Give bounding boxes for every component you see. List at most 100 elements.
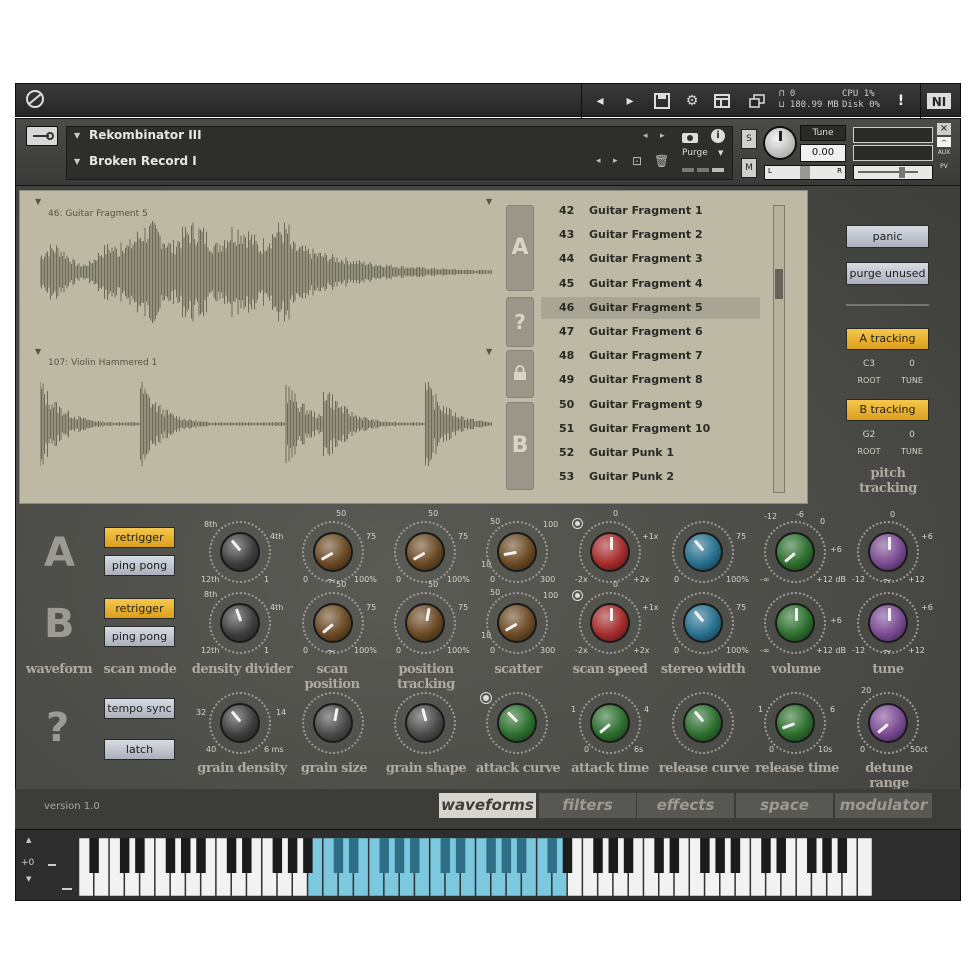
black-key[interactable] (226, 838, 237, 873)
instrument-name[interactable]: Rekombinator III (89, 128, 202, 142)
scan-speed-b-sync-icon[interactable] (572, 590, 583, 601)
tempo-sync-button[interactable]: tempo sync (104, 698, 175, 719)
ni-logo-icon[interactable]: NI (926, 88, 952, 114)
purge-unused-button[interactable]: purge unused (846, 262, 929, 285)
black-key[interactable] (181, 838, 191, 873)
a-ping-pong-button[interactable]: ping pong (104, 555, 175, 576)
a-start-marker-icon[interactable]: ▼ (35, 197, 41, 206)
sample-list-item[interactable]: 43 Guitar Fragment 2 (541, 224, 760, 246)
black-key[interactable] (623, 838, 634, 873)
black-key[interactable] (165, 838, 176, 873)
tune-knob[interactable] (763, 126, 797, 160)
grain-density-knob[interactable] (220, 703, 260, 743)
black-key[interactable] (516, 838, 527, 873)
b-tune-value[interactable]: 0 (898, 430, 926, 440)
aux-button[interactable]: AUX (937, 149, 951, 159)
minimize-icon[interactable]: – (937, 137, 951, 147)
release-curve-knob[interactable] (683, 703, 723, 743)
black-key[interactable] (501, 838, 512, 873)
grain-size-knob[interactable] (313, 703, 353, 743)
detune-range-knob[interactable] (868, 703, 908, 743)
volume-a-knob[interactable] (775, 532, 815, 572)
save-preset-icon[interactable]: ⊡ (632, 154, 642, 168)
black-key[interactable] (562, 838, 573, 873)
black-key[interactable] (547, 838, 557, 873)
black-key[interactable] (669, 838, 680, 873)
tune-a-knob[interactable] (868, 532, 908, 572)
black-key[interactable] (135, 838, 145, 873)
window-icon[interactable] (744, 88, 770, 114)
instrument-prev-icon[interactable]: ◂ (643, 131, 648, 141)
black-key[interactable] (348, 838, 359, 873)
instrument-menu-icon[interactable]: ▼ (74, 131, 80, 140)
pan-slider[interactable]: L R (764, 165, 846, 180)
b-tracking-button[interactable]: B tracking (846, 399, 929, 421)
volume-slider[interactable] (853, 165, 933, 180)
black-key[interactable] (196, 838, 206, 873)
slot-b-button[interactable]: B (506, 402, 534, 490)
position-tracking-a-knob[interactable] (405, 532, 445, 572)
black-key[interactable] (807, 838, 817, 873)
alert-icon[interactable]: ! (888, 88, 914, 114)
black-key[interactable] (242, 838, 252, 873)
black-key[interactable] (761, 838, 771, 873)
attack-curve-knob[interactable] (497, 703, 537, 743)
preset-next-icon[interactable]: ▸ (613, 156, 618, 166)
tune-b-knob[interactable] (868, 603, 908, 643)
scan-position-a-knob[interactable] (313, 532, 353, 572)
sample-list-item[interactable]: 46 Guitar Fragment 5 (541, 296, 760, 319)
purge-menu-icon[interactable]: ▼ (718, 149, 723, 157)
mute-button[interactable]: M (741, 158, 757, 178)
octave-up-icon[interactable]: ▲ (26, 836, 31, 844)
waveform-a[interactable] (40, 212, 492, 332)
waveform-b[interactable] (40, 362, 492, 482)
tab-effects[interactable]: effects (637, 793, 734, 818)
tune-value[interactable]: 0.00 (800, 144, 846, 162)
mod-wheel-marker[interactable] (62, 888, 72, 890)
camera-icon[interactable] (681, 129, 699, 143)
pv-button[interactable]: PV (937, 163, 951, 173)
black-key[interactable] (379, 838, 389, 873)
black-key[interactable] (394, 838, 405, 873)
scan-speed-a-knob[interactable] (590, 532, 630, 572)
tab-waveforms[interactable]: waveforms (439, 793, 536, 818)
close-icon[interactable]: × (937, 123, 951, 135)
piano-keyboard[interactable] (79, 838, 873, 896)
preset-name[interactable]: Broken Record I (89, 154, 197, 168)
position-tracking-b-knob[interactable] (405, 603, 445, 643)
black-key[interactable] (608, 838, 619, 873)
a-tracking-button[interactable]: A tracking (846, 328, 929, 350)
pitch-wheel-marker[interactable] (48, 864, 56, 866)
black-key[interactable] (287, 838, 298, 873)
trash-icon[interactable]: 🗑 (654, 154, 669, 168)
sample-list-item[interactable]: 53 Guitar Punk 2 (541, 466, 760, 488)
b-end-marker-icon[interactable]: ▼ (486, 347, 492, 356)
a-end-marker-icon[interactable]: ▼ (486, 197, 492, 206)
save-icon[interactable] (649, 88, 675, 114)
black-key[interactable] (272, 838, 283, 873)
scan-position-b-knob[interactable] (313, 603, 353, 643)
black-key[interactable] (654, 838, 664, 873)
black-key[interactable] (486, 838, 496, 873)
kontakt-logo-icon[interactable] (22, 88, 48, 114)
tab-filters[interactable]: filters (539, 793, 636, 818)
black-key[interactable] (119, 838, 130, 873)
lock-icon[interactable] (506, 350, 534, 398)
black-key[interactable] (89, 838, 99, 873)
black-key[interactable] (440, 838, 451, 873)
black-key[interactable] (837, 838, 848, 873)
purge-label[interactable]: Purge (682, 148, 708, 158)
sample-list-item[interactable]: 45 Guitar Fragment 4 (541, 273, 760, 295)
next-icon[interactable]: ▸ (617, 88, 643, 114)
stereo-width-a-knob[interactable] (683, 532, 723, 572)
b-retrigger-button[interactable]: retrigger (104, 598, 175, 619)
latch-button[interactable]: latch (104, 739, 175, 760)
black-key[interactable] (715, 838, 725, 873)
b-ping-pong-button[interactable]: ping pong (104, 626, 175, 647)
black-key[interactable] (776, 838, 786, 873)
black-key[interactable] (730, 838, 741, 873)
solo-button[interactable]: S (741, 129, 757, 149)
panic-button[interactable]: panic (846, 225, 929, 248)
release-time-knob[interactable] (775, 703, 815, 743)
scan-speed-b-knob[interactable] (590, 603, 630, 643)
